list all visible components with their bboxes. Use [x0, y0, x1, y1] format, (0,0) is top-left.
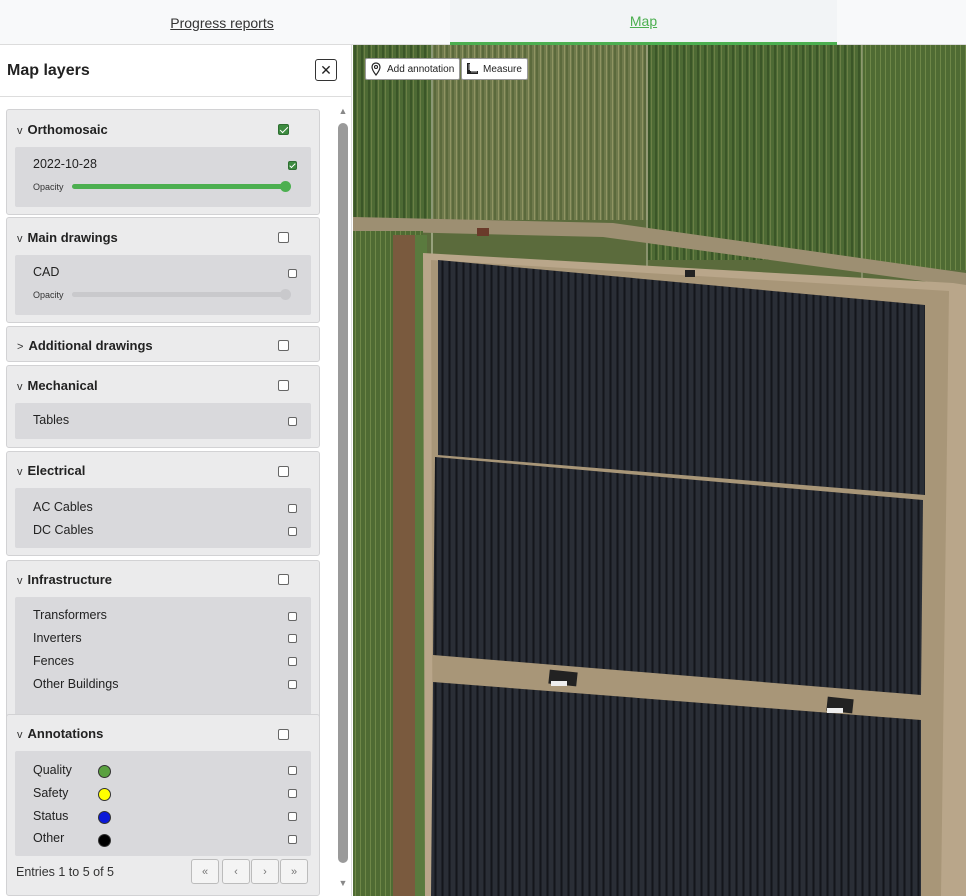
group-checkbox-electrical[interactable] [278, 466, 289, 477]
safety-color-dot [98, 788, 111, 801]
layer-label: 2022-10-28 [33, 157, 97, 171]
group-title-electrical[interactable]: v Electrical [17, 463, 85, 478]
chevron-down-icon: v [17, 233, 23, 245]
layer-checkbox-status[interactable] [288, 812, 297, 821]
group-title-annotations[interactable]: v Annotations [17, 726, 103, 741]
layer-list: Quality Safety Status Other [15, 751, 311, 856]
layer-checkbox-transformers[interactable] [288, 612, 297, 621]
panel-title: Map layers [7, 62, 90, 79]
layer-group-orthomosaic: v Orthomosaic 2022-10-28 Opacity [6, 109, 320, 215]
entries-info: Entries 1 to 5 of 5 [16, 865, 114, 879]
layer-checkbox-cad[interactable] [288, 269, 297, 278]
opacity-slider-handle[interactable] [280, 181, 291, 192]
add-annotation-label: Add annotation [387, 63, 455, 75]
layer-label: AC Cables [33, 500, 93, 514]
opacity-slider[interactable] [72, 181, 291, 192]
chevron-down-icon: v [17, 466, 23, 478]
opacity-slider[interactable] [72, 289, 291, 300]
last-page-button[interactable]: » [280, 859, 308, 884]
group-title-additional-drawings[interactable]: > Additional drawings [17, 338, 153, 353]
map-viewport[interactable]: Add annotation Measure [353, 45, 966, 896]
layer-item-2022-10-28: 2022-10-28 Opacity [15, 147, 311, 207]
group-checkbox-mechanical[interactable] [278, 380, 289, 391]
next-page-button[interactable]: › [251, 859, 279, 884]
group-checkbox-main-drawings[interactable] [278, 232, 289, 243]
orthomosaic-image [353, 45, 966, 896]
layer-label: Transformers [33, 608, 107, 622]
opacity-slider-fill [72, 184, 288, 189]
layer-label: Quality [33, 763, 72, 777]
scrollbar-thumb[interactable] [338, 123, 348, 863]
chevron-right-icon: > [17, 341, 24, 353]
map-pin-icon [371, 62, 381, 76]
layer-label: Safety [33, 786, 69, 800]
layer-checkbox-quality[interactable] [288, 766, 297, 775]
layer-item-cad: CAD Opacity [15, 255, 311, 315]
layer-label: Status [33, 809, 69, 823]
group-checkbox-additional-drawings[interactable] [278, 340, 289, 351]
layer-checkbox-ac-cables[interactable] [288, 504, 297, 513]
layer-label: DC Cables [33, 523, 94, 537]
tab-bar: Progress reports Map [0, 0, 966, 45]
layer-group-main-drawings: v Main drawings CAD Opacity [6, 217, 320, 323]
layer-checkbox-safety[interactable] [288, 789, 297, 798]
opacity-label: Opacity [33, 182, 64, 192]
layer-label: Other [33, 831, 65, 845]
first-page-button[interactable]: « [191, 859, 219, 884]
measure-button[interactable]: Measure [461, 58, 528, 80]
opacity-label: Opacity [33, 290, 64, 300]
status-color-dot [98, 811, 111, 824]
close-icon: ✕ [320, 62, 332, 78]
layer-checkbox-other-buildings[interactable] [288, 680, 297, 689]
layer-group-additional-drawings: > Additional drawings [6, 326, 320, 362]
layer-checkbox-inverters[interactable] [288, 634, 297, 643]
opacity-slider-fill [72, 292, 288, 297]
group-title-mechanical[interactable]: v Mechanical [17, 378, 98, 393]
layer-checkbox-other[interactable] [288, 835, 297, 844]
chevron-down-icon: v [17, 381, 23, 393]
chevron-down-icon: v [17, 125, 23, 137]
group-title-main-drawings[interactable]: v Main drawings [17, 230, 118, 245]
layer-label: Inverters [33, 631, 82, 645]
layer-list: AC Cables DC Cables [15, 488, 311, 548]
layer-list: Tables [15, 403, 311, 439]
panel-header: Map layers ✕ [0, 45, 351, 97]
opacity-slider-handle[interactable] [280, 289, 291, 300]
scroll-up-arrow-icon[interactable]: ▲ [337, 105, 349, 117]
layer-checkbox-2022-10-28[interactable] [288, 161, 297, 170]
add-annotation-button[interactable]: Add annotation [365, 58, 461, 80]
layer-group-mechanical: v Mechanical Tables [6, 365, 320, 448]
group-checkbox-orthomosaic[interactable] [278, 124, 289, 135]
layer-label: Other Buildings [33, 677, 119, 691]
group-checkbox-annotations[interactable] [278, 729, 289, 740]
layer-checkbox-fences[interactable] [288, 657, 297, 666]
ruler-icon [467, 63, 478, 74]
chevron-down-icon: v [17, 575, 23, 587]
tab-map[interactable]: Map [450, 0, 837, 45]
quality-color-dot [98, 765, 111, 778]
layer-checkbox-dc-cables[interactable] [288, 527, 297, 536]
map-layers-panel: Map layers ✕ v Orthomosaic 2022-10-28 Opa… [0, 45, 352, 896]
layer-checkbox-tables[interactable] [288, 417, 297, 426]
chevron-down-icon: v [17, 729, 23, 741]
scroll-down-arrow-icon[interactable]: ▼ [337, 877, 349, 889]
measure-label: Measure [483, 63, 522, 75]
other-color-dot [98, 834, 111, 847]
panel-scrollbar[interactable]: ▲ ▼ [337, 105, 349, 893]
group-checkbox-infrastructure[interactable] [278, 574, 289, 585]
layer-label: CAD [33, 265, 60, 279]
group-title-orthomosaic[interactable]: v Orthomosaic [17, 122, 108, 137]
layer-group-electrical: v Electrical AC Cables DC Cables [6, 451, 320, 556]
layer-label: Fences [33, 654, 74, 668]
group-title-infrastructure[interactable]: v Infrastructure [17, 572, 112, 587]
layer-label: Tables [33, 413, 70, 427]
close-button[interactable]: ✕ [315, 59, 337, 81]
tab-progress-reports[interactable]: Progress reports [0, 0, 444, 45]
prev-page-button[interactable]: ‹ [222, 859, 250, 884]
